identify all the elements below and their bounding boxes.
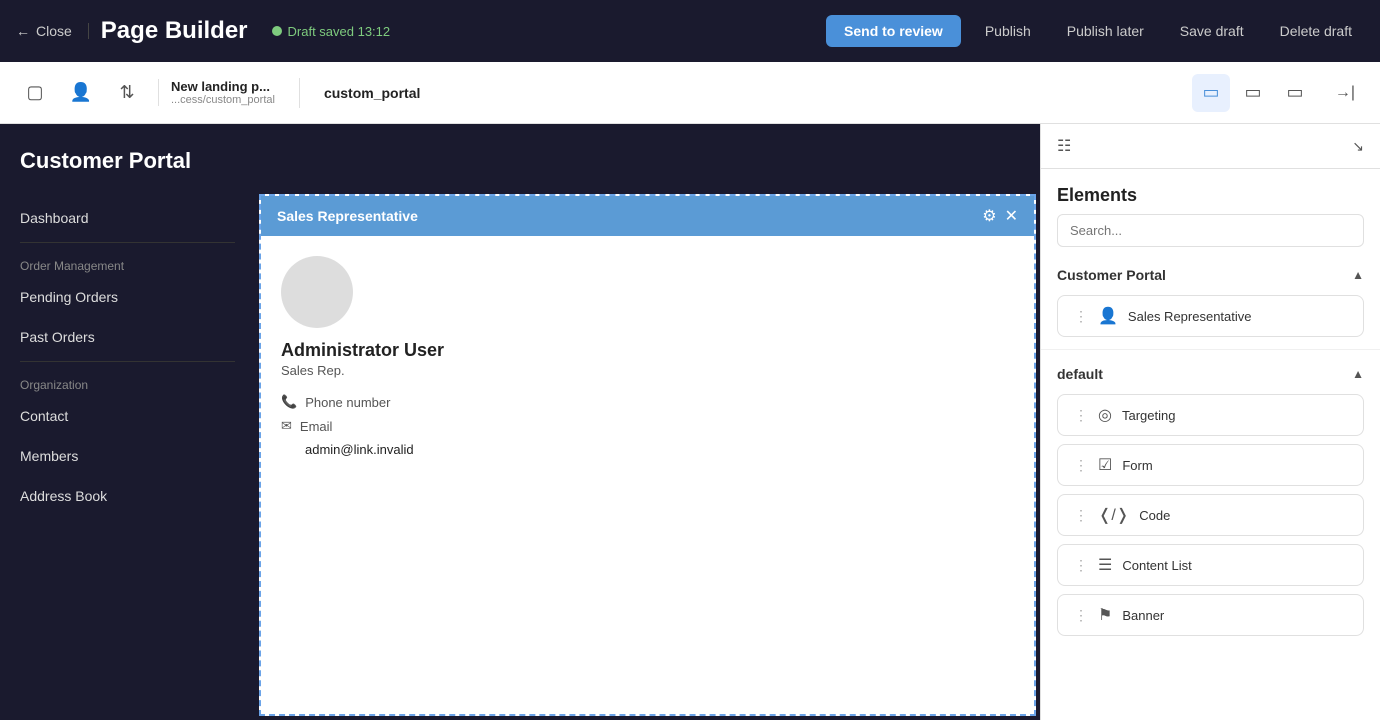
- breadcrumb-divider: [299, 78, 300, 108]
- element-header-actions: ⚙ ✕: [982, 206, 1018, 226]
- target-icon: ◎: [1098, 405, 1112, 425]
- draft-status-text: Draft saved 13:12: [288, 24, 391, 39]
- canvas-area: Customer Portal Dashboard Order Manageme…: [0, 124, 1040, 720]
- layout-icon[interactable]: ▢: [16, 74, 54, 112]
- element-banner[interactable]: ⋮ ⚑ Banner: [1057, 594, 1364, 636]
- draft-status: Draft saved 13:12: [272, 24, 391, 39]
- list-icon: ☰: [1098, 555, 1112, 575]
- close-label: Close: [36, 23, 72, 39]
- panel-collapse-icon[interactable]: ↘: [1352, 138, 1364, 155]
- element-sales-rep-label: Sales Representative: [1128, 309, 1252, 324]
- main-layout: Customer Portal Dashboard Order Manageme…: [0, 124, 1380, 720]
- nav-divider-1: [20, 242, 235, 243]
- desktop-view-button[interactable]: ▭: [1192, 74, 1230, 112]
- nav-pending-orders[interactable]: Pending Orders: [0, 277, 255, 317]
- view-toggle-group: ▭ ▭ ▭ →|: [1192, 74, 1364, 112]
- default-section-label: default: [1057, 366, 1103, 382]
- panel-title: Elements: [1041, 169, 1380, 214]
- element-settings-button[interactable]: ⚙: [982, 206, 996, 226]
- portal-sidebar: Dashboard Order Management Pending Order…: [0, 190, 255, 720]
- page-builder-title: Page Builder: [101, 17, 248, 45]
- element-code[interactable]: ⋮ ❬/❭ Code: [1057, 494, 1364, 536]
- form-icon: ☑: [1098, 455, 1112, 475]
- panel-grid-icon: ☷: [1057, 136, 1071, 156]
- email-label: Email: [300, 419, 333, 434]
- phone-icon: 📞: [281, 394, 297, 410]
- element-targeting[interactable]: ⋮ ◎ Targeting: [1057, 394, 1364, 436]
- default-section-header[interactable]: default ▲: [1041, 358, 1380, 390]
- contact-phone-field: 📞 Phone number: [281, 394, 1014, 410]
- delete-draft-button[interactable]: Delete draft: [1268, 15, 1364, 47]
- drag-handle-form-icon: ⋮: [1074, 457, 1088, 474]
- element-content-list[interactable]: ⋮ ☰ Content List: [1057, 544, 1364, 586]
- right-panel: ☷ ↘ Elements Customer Portal ▲ ⋮ 👤 Sales…: [1040, 124, 1380, 720]
- element-header-label: Sales Representative: [277, 208, 418, 224]
- arrow-left-icon: ←: [16, 23, 30, 39]
- contact-email-value: admin@link.invalid: [305, 442, 1014, 457]
- elements-search-input[interactable]: [1057, 214, 1364, 247]
- contact-role: Sales Rep.: [281, 363, 1014, 378]
- banner-icon: ⚑: [1098, 605, 1112, 625]
- mobile-view-button[interactable]: ▭: [1276, 74, 1314, 112]
- customer-portal-section-label: Customer Portal: [1057, 267, 1166, 283]
- section-divider-1: [1041, 349, 1380, 350]
- portal-title: Customer Portal: [20, 148, 191, 173]
- nav-contact[interactable]: Contact: [0, 396, 255, 436]
- contact-email-field: ✉ Email: [281, 418, 1014, 434]
- close-button[interactable]: ← Close: [16, 23, 89, 39]
- nav-members[interactable]: Members: [0, 436, 255, 476]
- tablet-view-button[interactable]: ▭: [1234, 74, 1272, 112]
- secondbar: ▢ 👤 ⇅ New landing p... ...cess/custom_po…: [0, 62, 1380, 124]
- portal-preview: Customer Portal Dashboard Order Manageme…: [0, 124, 1040, 720]
- drag-handle-content-list-icon: ⋮: [1074, 557, 1088, 574]
- drag-handle-banner-icon: ⋮: [1074, 607, 1088, 624]
- element-code-label: Code: [1139, 508, 1170, 523]
- default-chevron-icon: ▲: [1352, 367, 1364, 381]
- save-draft-button[interactable]: Save draft: [1168, 15, 1256, 47]
- publish-later-button[interactable]: Publish later: [1055, 15, 1156, 47]
- breadcrumb-sub: ...cess/custom_portal: [171, 94, 275, 106]
- publish-button[interactable]: Publish: [973, 15, 1043, 47]
- element-header-bar: Sales Representative ⚙ ✕: [261, 196, 1034, 236]
- breadcrumb-main: New landing p...: [171, 79, 275, 94]
- person-icon: 👤: [1098, 306, 1118, 326]
- customer-portal-chevron-icon: ▲: [1352, 268, 1364, 282]
- nav-dashboard[interactable]: Dashboard: [0, 198, 255, 238]
- drag-handle-code-icon: ⋮: [1074, 507, 1088, 524]
- element-sales-rep[interactable]: ⋮ 👤 Sales Representative: [1057, 295, 1364, 337]
- send-review-button[interactable]: Send to review: [826, 15, 961, 47]
- panel-toolbar: ☷ ↘: [1041, 124, 1380, 169]
- email-icon: ✉: [281, 418, 292, 434]
- user-icon[interactable]: 👤: [62, 74, 100, 112]
- contact-avatar: [281, 256, 353, 328]
- expand-panel-button[interactable]: →|: [1326, 74, 1364, 112]
- nav-address-book[interactable]: Address Book: [0, 476, 255, 516]
- portal-header: Customer Portal: [0, 124, 1040, 190]
- contact-card: Administrator User Sales Rep. 📞 Phone nu…: [261, 236, 1034, 485]
- contact-name: Administrator User: [281, 340, 1014, 361]
- element-form-label: Form: [1122, 458, 1152, 473]
- nav-section-org: Organization: [0, 366, 255, 396]
- element-content-list-label: Content List: [1122, 558, 1191, 573]
- code-icon: ❬/❭: [1098, 505, 1129, 525]
- portal-name: custom_portal: [312, 85, 432, 101]
- drag-handle-icon: ⋮: [1074, 308, 1088, 325]
- topbar: ← Close Page Builder Draft saved 13:12 S…: [0, 0, 1380, 62]
- fork-icon[interactable]: ⇅: [108, 74, 146, 112]
- drag-handle-targeting-icon: ⋮: [1074, 407, 1088, 424]
- element-targeting-label: Targeting: [1122, 408, 1175, 423]
- phone-label: Phone number: [305, 395, 390, 410]
- element-close-button[interactable]: ✕: [1005, 206, 1018, 226]
- portal-body: Dashboard Order Management Pending Order…: [0, 190, 1040, 720]
- draft-icon: [272, 26, 282, 36]
- nav-divider-2: [20, 361, 235, 362]
- nav-section-order: Order Management: [0, 247, 255, 277]
- nav-past-orders[interactable]: Past Orders: [0, 317, 255, 357]
- breadcrumb: New landing p... ...cess/custom_portal: [158, 79, 287, 106]
- element-banner-label: Banner: [1122, 608, 1164, 623]
- element-form[interactable]: ⋮ ☑ Form: [1057, 444, 1364, 486]
- customer-portal-section-header[interactable]: Customer Portal ▲: [1041, 259, 1380, 291]
- portal-content: Sales Representative ⚙ ✕ Administrator U…: [259, 194, 1036, 716]
